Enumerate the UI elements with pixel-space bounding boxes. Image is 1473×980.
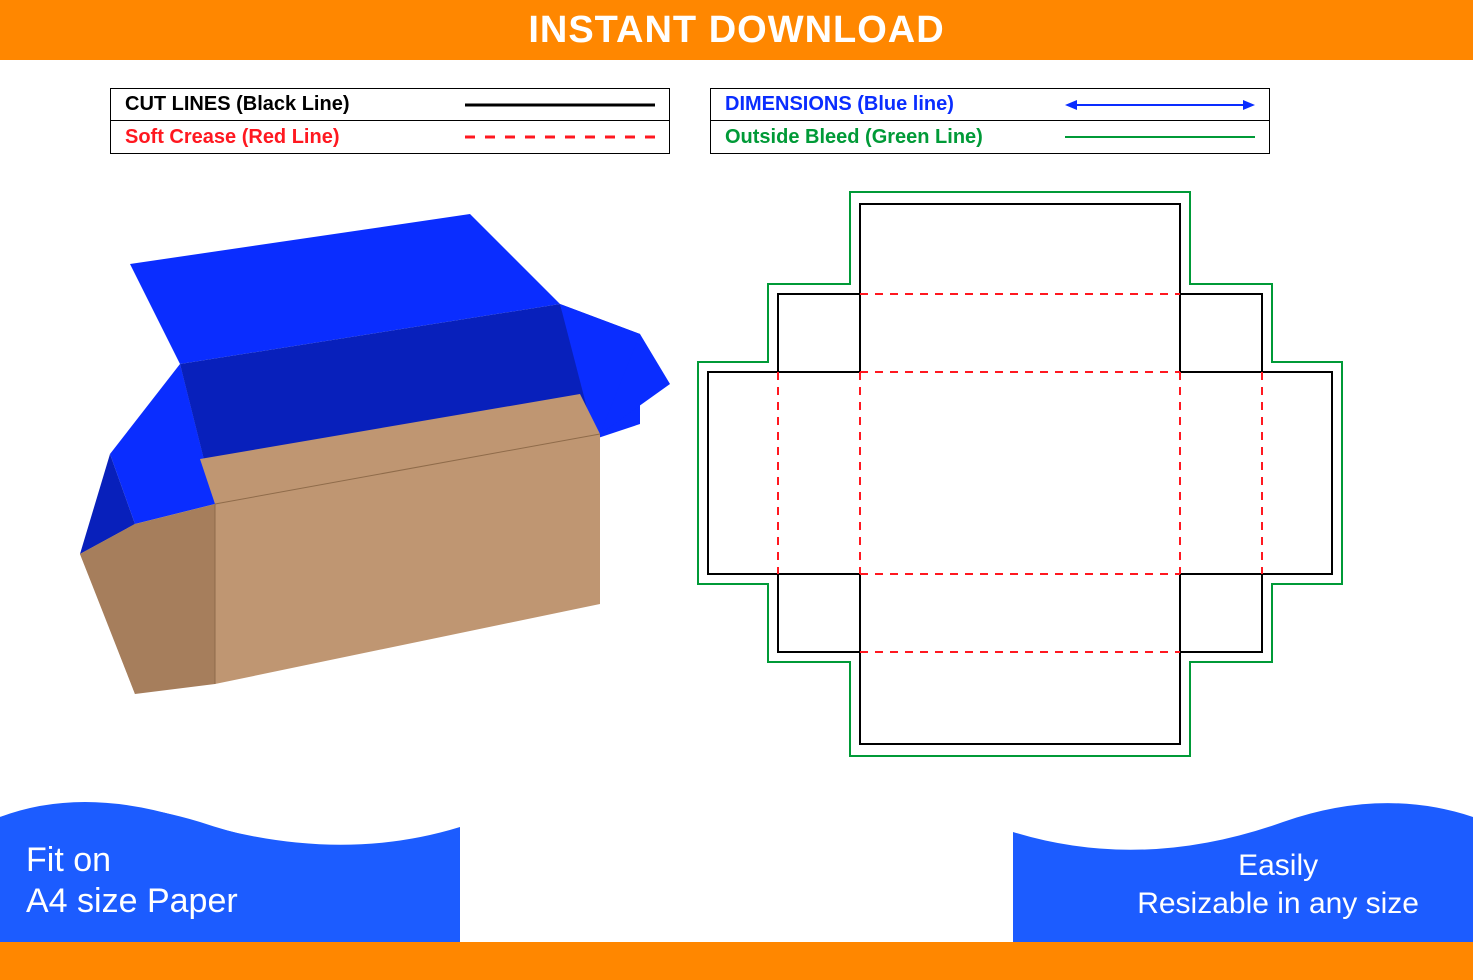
cut-line-sample (465, 95, 655, 115)
legend-label-dim: DIMENSIONS (Blue line) (725, 93, 1065, 116)
dieline-flat-layout (690, 184, 1350, 744)
crease-line-sample (465, 127, 655, 147)
bottom-right-line1: Easily (1137, 847, 1419, 885)
dimension-line-sample (1065, 95, 1255, 115)
content-area (0, 154, 1473, 894)
bleed-line-sample (1065, 127, 1255, 147)
legend-table-right: DIMENSIONS (Blue line) Outside Bleed (Gr… (710, 88, 1270, 154)
box-3d-illustration (40, 184, 690, 744)
legend-label-crease: Soft Crease (Red Line) (125, 126, 465, 149)
bottom-right-text: Easily Resizable in any size (1137, 847, 1419, 922)
bottom-left-line2: A4 size Paper (26, 881, 238, 922)
legend-table-left: CUT LINES (Black Line) Soft Crease (Red … (110, 88, 670, 154)
legend-row-bleed: Outside Bleed (Green Line) (711, 121, 1269, 153)
bottom-left-line1: Fit on (26, 840, 238, 881)
header-banner: INSTANT DOWNLOAD (0, 0, 1473, 60)
legend-row-crease: Soft Crease (Red Line) (111, 121, 669, 153)
bottom-left-text: Fit on A4 size Paper (26, 840, 238, 922)
bottom-right-line2: Resizable in any size (1137, 885, 1419, 923)
legend-label-bleed: Outside Bleed (Green Line) (725, 126, 1065, 149)
header-title: INSTANT DOWNLOAD (528, 9, 944, 52)
legend-label-cut: CUT LINES (Black Line) (125, 93, 465, 116)
footer-banner (0, 942, 1473, 980)
legend-container: CUT LINES (Black Line) Soft Crease (Red … (0, 60, 1473, 154)
legend-row-dim: DIMENSIONS (Blue line) (711, 89, 1269, 121)
legend-row-cut: CUT LINES (Black Line) (111, 89, 669, 121)
